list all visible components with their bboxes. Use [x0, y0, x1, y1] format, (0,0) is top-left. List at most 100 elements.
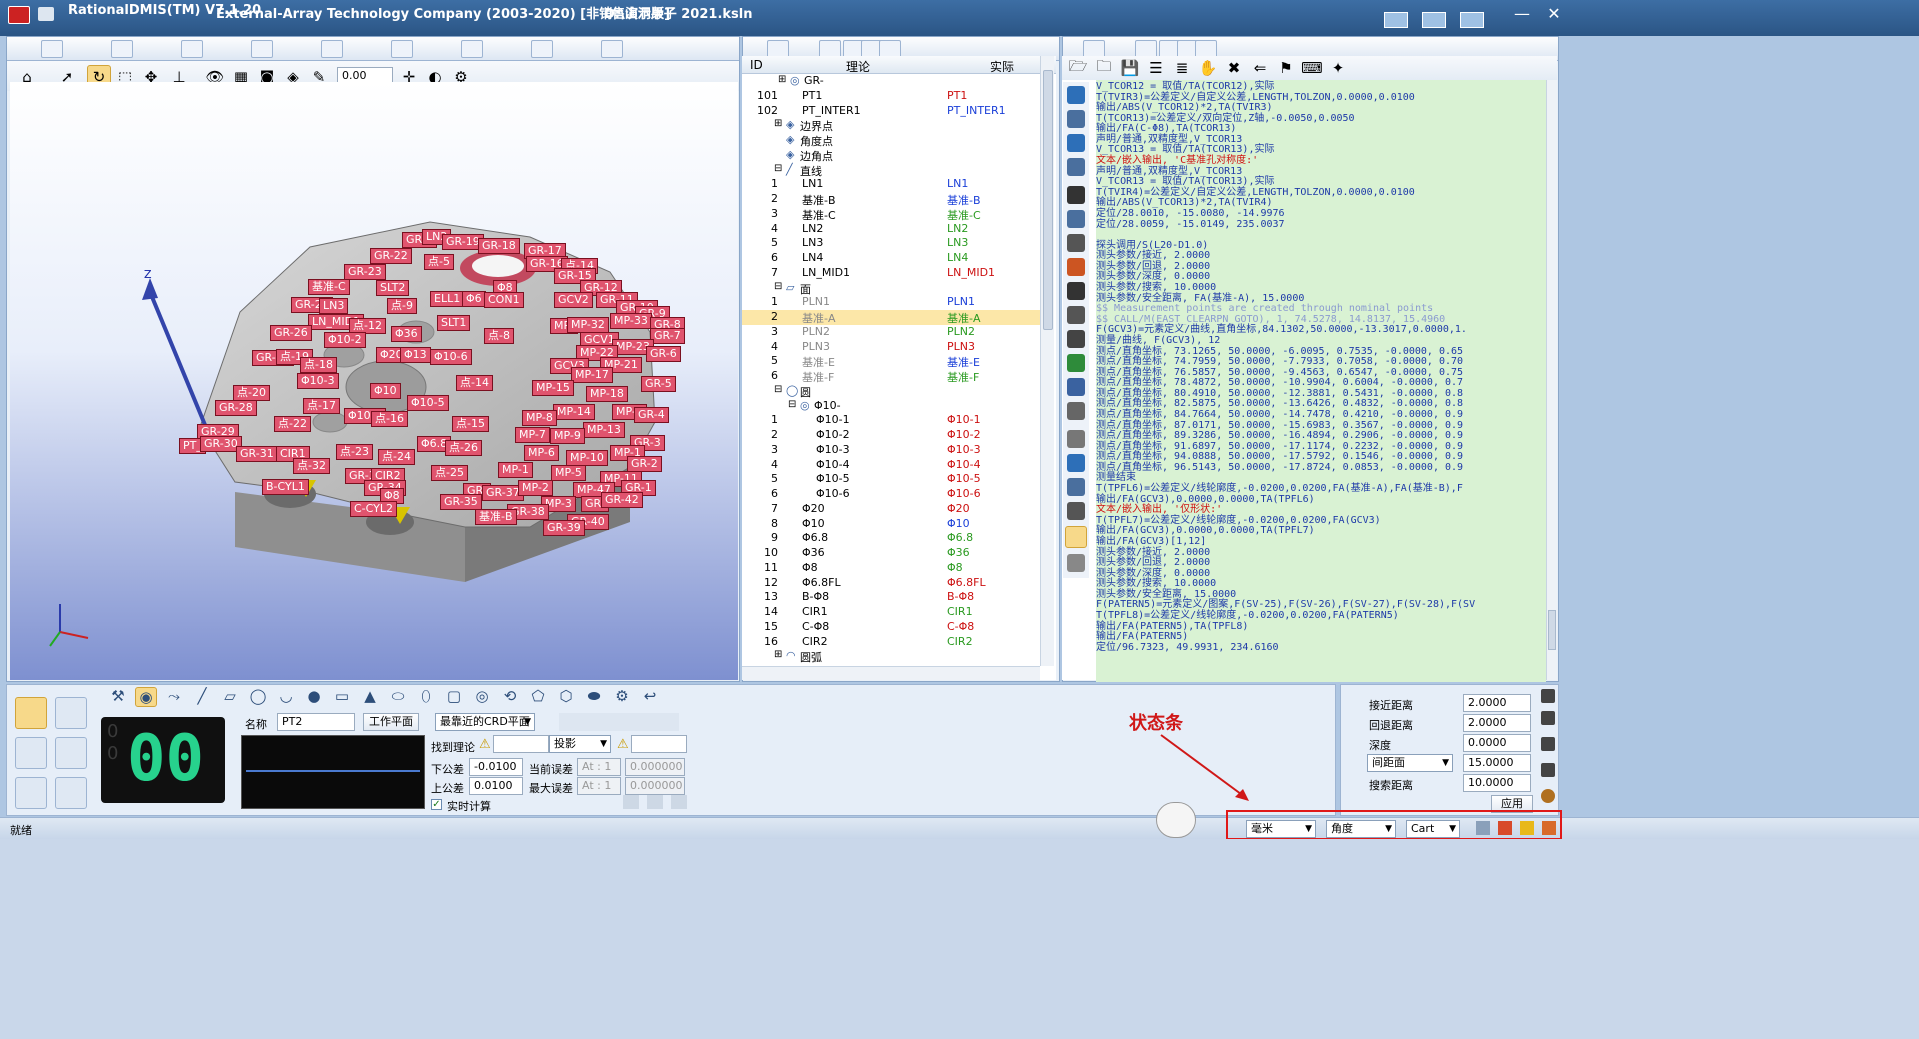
tree-row[interactable]: 3 PLN2 PLN2	[742, 325, 1040, 340]
feature-type-icon[interactable]: ╱	[191, 687, 213, 707]
feature-label[interactable]: 点-14	[456, 375, 493, 391]
unit-select[interactable]: 毫米	[1246, 820, 1316, 838]
feature-type-icon[interactable]: ⟲	[499, 687, 521, 707]
expand-toggle[interactable]: ⊟	[788, 399, 796, 410]
side-tool-1-icon[interactable]	[1067, 86, 1085, 104]
code-lines[interactable]: 1544V_TCOR12 = 取值/TA(TCOR12),实际1545T(TVI…	[1096, 80, 1546, 682]
tree-row[interactable]: 3 Φ10-3 Φ10-3	[742, 443, 1040, 458]
side-tool-10-icon[interactable]	[1067, 306, 1085, 324]
feature-label[interactable]: GR-2	[627, 456, 662, 472]
expand-toggle[interactable]: ⊟	[774, 281, 782, 292]
tree-row[interactable]: 2 Φ10-2 Φ10-2	[742, 428, 1040, 443]
status-icon-3[interactable]	[1520, 821, 1534, 835]
tree-row[interactable]: 11 Φ8 Φ8	[742, 561, 1040, 576]
feature-type-icon[interactable]: ⬬	[583, 687, 605, 707]
feature-label[interactable]: Φ10-5	[407, 395, 449, 411]
feature-label[interactable]: 点-9	[387, 298, 417, 314]
bottom-tool-b-icon[interactable]	[647, 795, 663, 809]
side-tool-14-icon[interactable]	[1067, 402, 1085, 420]
feature-type-icon[interactable]: ▭	[331, 687, 353, 707]
bottom-tool-a-icon[interactable]	[623, 795, 639, 809]
feature-label[interactable]: C-CYL2	[350, 501, 397, 517]
code-scroll-thumb[interactable]	[1548, 610, 1556, 650]
feature-type-icon[interactable]: ⬠	[527, 687, 549, 707]
side-tool-16-icon[interactable]	[1067, 454, 1085, 472]
tree-row[interactable]: ⊟ ◯ 圆	[742, 384, 1040, 399]
feature-label[interactable]: MP-14	[553, 404, 595, 420]
tree-row[interactable]: 16 CIR2 CIR2	[742, 635, 1040, 650]
feature-label[interactable]: GR-35	[440, 494, 482, 510]
app-icon[interactable]	[8, 6, 30, 24]
param-icon-4[interactable]	[1541, 763, 1555, 777]
feature-type-icon[interactable]: ◯	[247, 687, 269, 707]
feature-label[interactable]: MP-5	[551, 465, 586, 481]
tree-row[interactable]: 5 Φ10-5 Φ10-5	[742, 472, 1040, 487]
tab-tool-icon[interactable]	[391, 40, 413, 58]
side-tool-3-icon[interactable]	[1067, 134, 1085, 152]
feature-label[interactable]: 基准-C	[308, 279, 350, 295]
tree-row[interactable]: ⊞ ◈ 边界点	[742, 118, 1040, 133]
status-icon-2[interactable]	[1498, 821, 1512, 835]
feature-label[interactable]: MP-1	[498, 462, 533, 478]
back-icon[interactable]: ⇐	[1248, 56, 1272, 80]
tree-row[interactable]: ◈ 边角点	[742, 148, 1040, 163]
tree-row[interactable]: 3 基准-C 基准-C	[742, 207, 1040, 222]
tab-probe-icon[interactable]	[41, 40, 63, 58]
caliper-icon[interactable]	[55, 697, 87, 729]
feature-type-icon[interactable]: ⤳	[163, 687, 185, 707]
feature-type-icon[interactable]: ⚙	[611, 687, 633, 707]
tree-row[interactable]: ⊞ ◎ GR-	[742, 74, 1040, 89]
feature-label[interactable]: GR-28	[215, 400, 257, 416]
side-tool-7-icon[interactable]	[1067, 234, 1085, 252]
realtime-checkbox[interactable]: ✓	[431, 799, 442, 810]
tab-eye-icon[interactable]	[531, 40, 553, 58]
feature-label[interactable]: Φ6	[462, 291, 486, 307]
feature-type-icon[interactable]: ⚒	[107, 687, 129, 707]
feature-label[interactable]: 点-15	[452, 416, 489, 432]
axes-icon[interactable]	[15, 777, 47, 809]
layout-icon-2[interactable]	[1422, 12, 1446, 28]
project-select[interactable]: 投影	[549, 735, 611, 753]
feature-label[interactable]: 基准-B	[475, 509, 517, 525]
feature-label[interactable]: MP-17	[571, 367, 613, 383]
param-icon-5[interactable]	[1541, 789, 1555, 803]
side-tool-18-icon[interactable]	[1067, 502, 1085, 520]
tree-row[interactable]: 2 基准-A 基准-A	[742, 310, 1040, 325]
feature-label[interactable]: GR-26	[270, 325, 312, 341]
feature-label[interactable]: LN3	[319, 298, 349, 314]
tree-row[interactable]: ◈ 角度点	[742, 133, 1040, 148]
feature-label[interactable]: Φ10-6	[430, 349, 472, 365]
feature-label[interactable]: MP-8	[522, 410, 557, 426]
feature-label[interactable]: MP-32	[567, 317, 609, 333]
feature-label[interactable]: 点-16	[371, 411, 408, 427]
wand-icon[interactable]: ✦	[1326, 56, 1350, 80]
tree-row[interactable]: 4 LN2 LN2	[742, 222, 1040, 237]
side-tool-6-icon[interactable]	[1067, 210, 1085, 228]
status-icon-4[interactable]	[1542, 821, 1556, 835]
feature-label[interactable]: SLT1	[437, 315, 471, 331]
feature-label[interactable]: Φ10	[370, 383, 401, 399]
feature-label[interactable]: 点-20	[233, 385, 270, 401]
feature-label[interactable]: 点-5	[424, 254, 454, 270]
tree-row[interactable]: 9 Φ6.8 Φ6.8	[742, 531, 1040, 546]
feature-label[interactable]: 点-32	[293, 458, 330, 474]
list-icon[interactable]: ≣	[1170, 56, 1194, 80]
tab-sphere-icon[interactable]	[461, 40, 483, 58]
tree-row[interactable]: 13 B-Φ8 B-Φ8	[742, 590, 1040, 605]
side-tool-19-icon[interactable]	[1065, 526, 1087, 548]
side-tool-4-icon[interactable]	[1067, 158, 1085, 176]
crd-select[interactable]: 最靠近的CRD平面	[435, 713, 535, 731]
minimize-icon[interactable]: —	[1508, 4, 1536, 24]
tree-row[interactable]: ⊟ ╱ 直线	[742, 163, 1040, 178]
code-editor[interactable]: 🗁 🗀 💾 ☰ ≣ ✋ ✖ ⇐ ⚑ ⌨ ✦ 1544V_TCOR12 = 取值/…	[1062, 56, 1557, 682]
side-tool-20-icon[interactable]	[1067, 554, 1085, 572]
feature-label[interactable]: 点-24	[378, 449, 415, 465]
expand-toggle[interactable]: ⊟	[774, 384, 782, 395]
tree-row[interactable]: 5 LN3 LN3	[742, 236, 1040, 251]
side-tool-5-icon[interactable]	[1067, 186, 1085, 204]
tree-row[interactable]: 14 CIR1 CIR1	[742, 605, 1040, 620]
feature-type-icon[interactable]: ⬯	[415, 687, 437, 707]
tree-row[interactable]: 1 PLN1 PLN1	[742, 295, 1040, 310]
feature-type-icon[interactable]: ⬭	[387, 687, 409, 707]
tree-row[interactable]: 7 Φ20 Φ20	[742, 502, 1040, 517]
